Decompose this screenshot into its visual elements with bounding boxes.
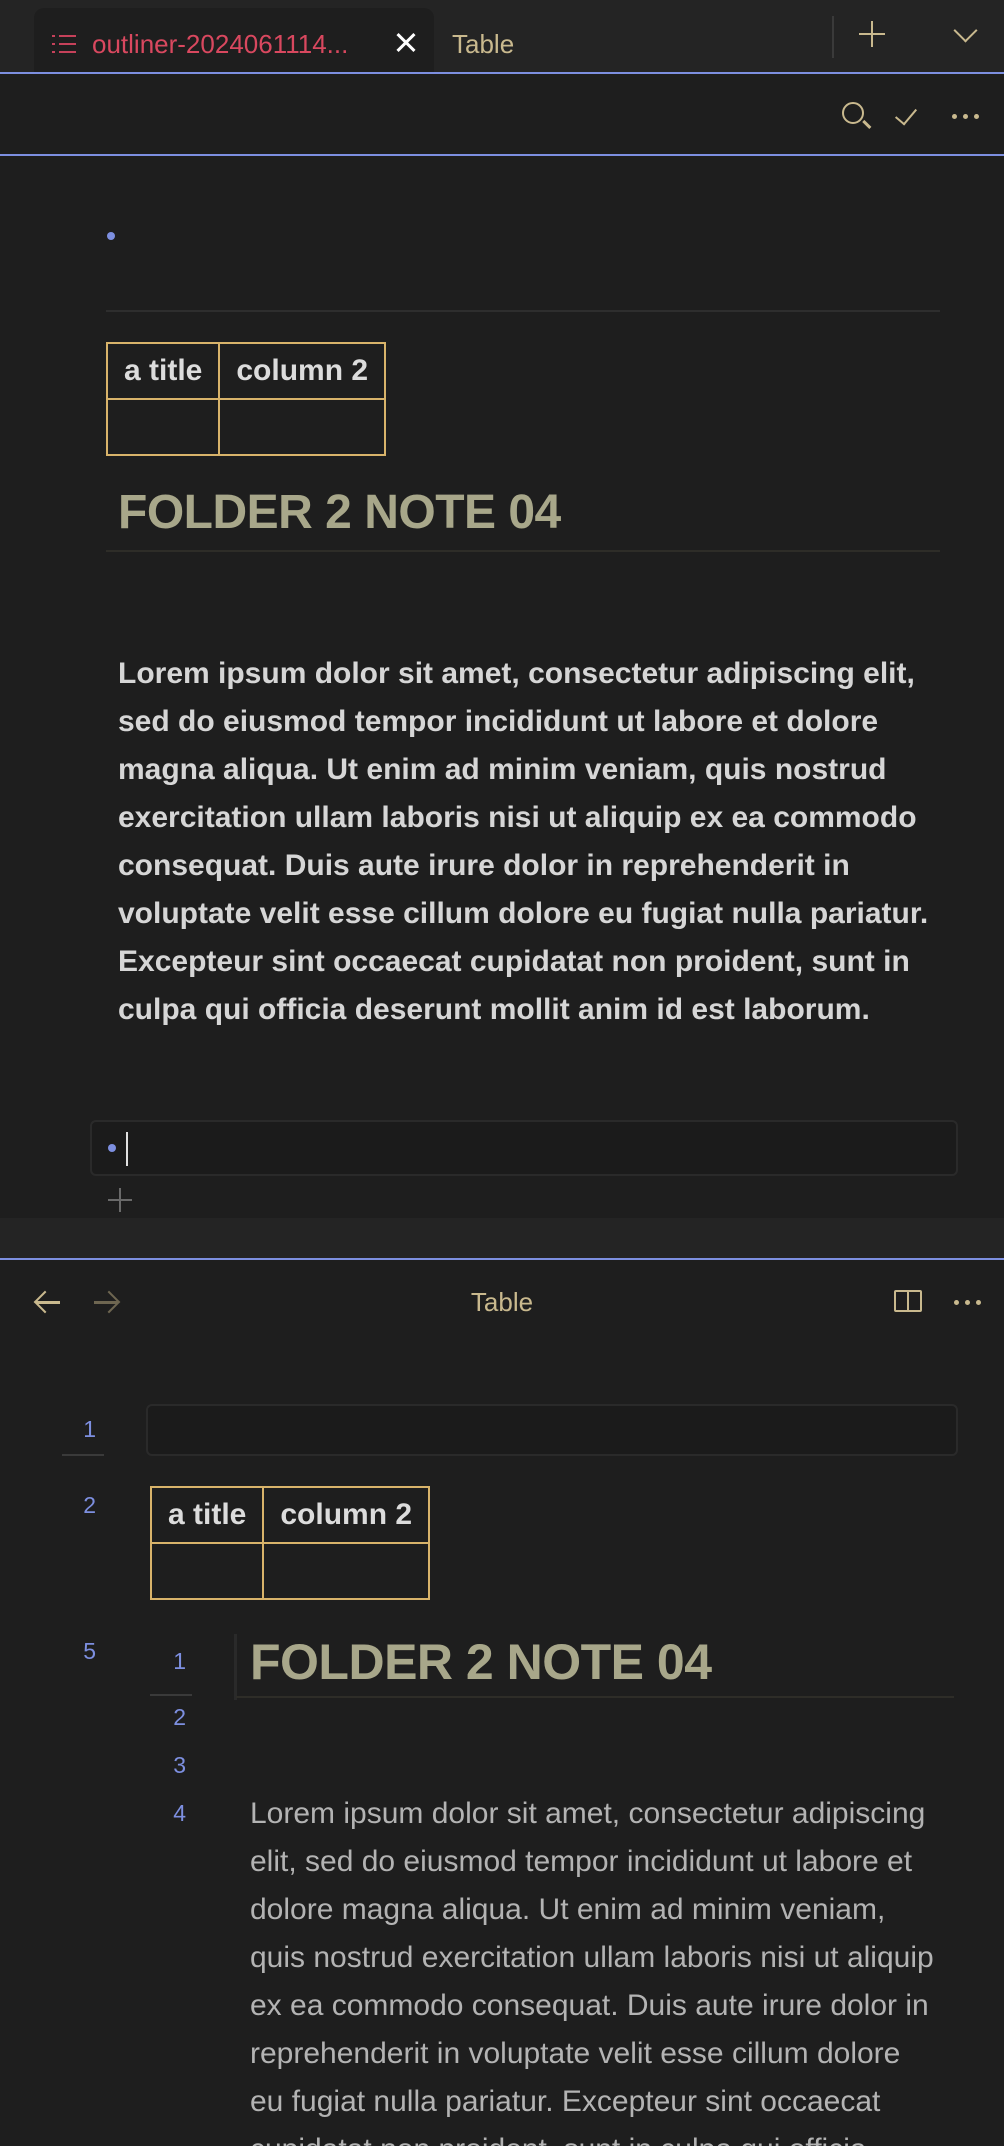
more-options-icon[interactable] bbox=[948, 1282, 988, 1322]
table-header-row: a title column 2 bbox=[105, 342, 387, 400]
active-outline-item[interactable] bbox=[90, 1120, 958, 1176]
note-table[interactable]: a title column 2 bbox=[149, 1486, 431, 1600]
tab-bar: outliner-2024061114... Table bbox=[0, 0, 1004, 72]
search-icon[interactable] bbox=[836, 98, 872, 134]
tab-outliner[interactable]: outliner-2024061114... bbox=[34, 8, 434, 72]
text-cursor bbox=[126, 1132, 128, 1166]
embed-line-number: 1 bbox=[173, 1648, 186, 1674]
line-number-rule bbox=[62, 1454, 104, 1456]
divider bbox=[106, 310, 940, 312]
outliner-pane: a title column 2 FOLDER 2 NOTE 04 Lorem … bbox=[0, 72, 1004, 1218]
heading-underline bbox=[236, 1696, 954, 1698]
new-tab-plus-icon[interactable] bbox=[852, 14, 892, 54]
table-row bbox=[105, 398, 387, 456]
pane-toolbar bbox=[0, 74, 1004, 156]
embed-line-number: 3 bbox=[173, 1752, 186, 1778]
table-header-row: a title column 2 bbox=[149, 1486, 431, 1544]
tab-divider bbox=[832, 16, 834, 58]
note-table[interactable]: a title column 2 bbox=[105, 342, 387, 456]
table-header-cell[interactable]: a title bbox=[105, 342, 221, 400]
view-title: Table bbox=[470, 1287, 534, 1317]
outline-bullet[interactable] bbox=[107, 232, 115, 240]
table-row bbox=[149, 1542, 431, 1600]
note-heading: FOLDER 2 NOTE 04 bbox=[118, 486, 561, 539]
tab-label: outliner-2024061114... bbox=[92, 29, 349, 59]
tab-label: Table bbox=[452, 29, 515, 59]
empty-line-editor[interactable] bbox=[146, 1404, 958, 1456]
note-heading: FOLDER 2 NOTE 04 bbox=[250, 1634, 712, 1690]
table-cell[interactable] bbox=[105, 398, 221, 456]
table-cell[interactable] bbox=[149, 1542, 265, 1600]
line-number-rule bbox=[150, 1694, 192, 1696]
table-cell[interactable] bbox=[218, 398, 387, 456]
embed-border bbox=[234, 1634, 237, 1700]
line-number: 2 bbox=[83, 1492, 96, 1518]
pane-splitter[interactable] bbox=[0, 1218, 1004, 1258]
table-cell[interactable] bbox=[262, 1542, 431, 1600]
embed-line-number: 4 bbox=[173, 1800, 186, 1826]
markdown-pane: Table 1 2 5 a title column 2 1 2 3 4 FOL… bbox=[0, 1258, 1004, 2146]
heading-underline bbox=[106, 550, 940, 552]
line-number: 1 bbox=[83, 1416, 96, 1442]
outline-list-icon bbox=[52, 33, 76, 55]
line-number: 5 bbox=[83, 1638, 96, 1664]
reading-mode-book-icon[interactable] bbox=[890, 1282, 930, 1322]
note-paragraph: Lorem ipsum dolor sit amet, consectetur … bbox=[118, 657, 929, 1026]
tab-table[interactable]: Table bbox=[440, 8, 800, 72]
table-header-cell[interactable]: column 2 bbox=[218, 342, 387, 400]
table-header-cell[interactable]: a title bbox=[149, 1486, 265, 1544]
table-header-cell[interactable]: column 2 bbox=[262, 1486, 431, 1544]
outline-bullet[interactable] bbox=[108, 1144, 116, 1152]
embed-line-number: 2 bbox=[173, 1704, 186, 1730]
check-icon[interactable] bbox=[892, 98, 928, 134]
note-paragraph: Lorem ipsum dolor sit amet, consectetur … bbox=[250, 1797, 934, 2146]
more-options-icon[interactable] bbox=[948, 98, 984, 134]
close-tab-icon[interactable] bbox=[386, 22, 426, 62]
add-item-plus-icon[interactable] bbox=[106, 1186, 134, 1214]
chevron-down-icon[interactable] bbox=[946, 14, 986, 54]
